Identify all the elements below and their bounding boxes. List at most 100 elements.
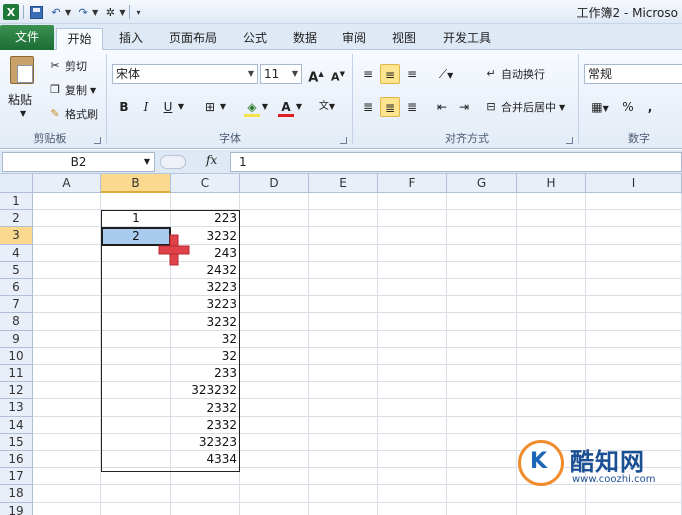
align-left-button[interactable]: ≣ (358, 97, 378, 117)
tab-data[interactable]: 数据 (286, 28, 324, 50)
comma-button[interactable]: , (640, 97, 660, 117)
formula-bar-splitter[interactable] (160, 155, 186, 169)
row-header-3[interactable]: 3 (0, 227, 33, 245)
tab-formulas[interactable]: 公式 (236, 28, 274, 50)
row-header-11[interactable]: 11 (0, 365, 33, 382)
column-header-e[interactable]: E (309, 174, 378, 193)
custom-tool-icon[interactable]: ✲ (102, 4, 118, 20)
column-header-c[interactable]: C (171, 174, 240, 193)
column-header-d[interactable]: D (240, 174, 309, 193)
cell-c6[interactable]: 3223 (171, 279, 240, 296)
row-header-1[interactable]: 1 (0, 193, 33, 210)
merge-center-button[interactable]: ⊟ 合并后居中 ▼ (484, 99, 565, 115)
cell-c12[interactable]: 323232 (171, 382, 240, 399)
copy-button[interactable]: ❐ 复制 ▼ (48, 82, 96, 98)
increase-indent-button[interactable]: ⇥ (454, 97, 474, 117)
row-header-19[interactable]: 19 (0, 503, 33, 515)
underline-button[interactable]: U (158, 97, 178, 117)
cell-c8[interactable]: 3232 (171, 313, 240, 331)
name-box[interactable]: B2 ▼ (2, 152, 155, 172)
percent-button[interactable]: % (618, 97, 638, 117)
custom-tool-dropdown-icon[interactable]: ▼ (119, 8, 125, 17)
cell-c9[interactable]: 32 (171, 331, 240, 348)
redo-dropdown-icon[interactable]: ▼ (92, 8, 98, 17)
tab-home[interactable]: 开始 (56, 28, 103, 51)
row-header-13[interactable]: 13 (0, 399, 33, 417)
row-header-8[interactable]: 8 (0, 313, 33, 331)
cell-c15[interactable]: 32323 (171, 434, 240, 451)
column-header-b[interactable]: B (101, 174, 171, 193)
row-header-16[interactable]: 16 (0, 451, 33, 468)
number-format-select[interactable]: 常规 (584, 64, 682, 84)
row-header-4[interactable]: 4 (0, 245, 33, 262)
customize-qat-icon[interactable]: ▾ (136, 8, 140, 17)
excel-logo-icon[interactable]: X (3, 4, 19, 20)
row-header-2[interactable]: 2 (0, 210, 33, 227)
cell-c13[interactable]: 2332 (171, 399, 240, 417)
font-launcher-icon[interactable] (340, 137, 347, 144)
column-header-a[interactable]: A (33, 174, 101, 193)
column-header-i[interactable]: I (586, 174, 682, 193)
undo-dropdown-icon[interactable]: ▼ (65, 8, 71, 17)
tab-developer[interactable]: 开发工具 (436, 28, 498, 50)
wrap-text-button[interactable]: ↵ 自动换行 (484, 66, 545, 82)
row-header-12[interactable]: 12 (0, 382, 33, 399)
insert-function-icon[interactable]: fx (206, 153, 217, 167)
italic-button[interactable]: I (136, 97, 156, 117)
paste-dropdown-icon[interactable]: ▼ (20, 109, 26, 118)
phonetic-button[interactable]: 文▼ (314, 97, 340, 117)
borders-dropdown-icon[interactable]: ▼ (218, 97, 228, 117)
save-icon[interactable] (28, 4, 44, 20)
shrink-font-button[interactable]: A▼ (328, 64, 348, 84)
tab-view[interactable]: 视图 (385, 28, 423, 50)
row-header-15[interactable]: 15 (0, 434, 33, 451)
format-painter-button[interactable]: ✎ 格式刷 (48, 106, 98, 122)
orientation-button[interactable]: ⟋▼ (432, 64, 460, 84)
accounting-format-button[interactable]: ▦▼ (586, 97, 614, 117)
cell-c2[interactable]: 223 (171, 210, 240, 227)
row-header-6[interactable]: 6 (0, 279, 33, 296)
borders-button[interactable]: ⊞ (200, 97, 220, 117)
row-header-7[interactable]: 7 (0, 296, 33, 313)
fill-dropdown-icon[interactable]: ▼ (260, 97, 270, 117)
cell-c16[interactable]: 4334 (171, 451, 240, 468)
align-bottom-button[interactable]: ≡ (402, 64, 422, 84)
tab-page-layout[interactable]: 页面布局 (162, 28, 224, 50)
row-header-9[interactable]: 9 (0, 331, 33, 348)
row-header-5[interactable]: 5 (0, 262, 33, 279)
font-size-select[interactable]: 11 ▼ (260, 64, 302, 84)
cell-b2[interactable]: 1 (101, 210, 171, 227)
align-top-button[interactable]: ≡ (358, 64, 378, 84)
font-color-dropdown-icon[interactable]: ▼ (294, 97, 304, 117)
alignment-launcher-icon[interactable] (566, 137, 573, 144)
row-header-14[interactable]: 14 (0, 417, 33, 434)
cell-c14[interactable]: 2332 (171, 417, 240, 434)
column-header-g[interactable]: G (447, 174, 517, 193)
row-header-10[interactable]: 10 (0, 348, 33, 365)
bold-button[interactable]: B (114, 97, 134, 117)
cell-c10[interactable]: 32 (171, 348, 240, 365)
merge-dropdown-icon[interactable]: ▼ (559, 103, 565, 112)
paste-icon[interactable] (10, 56, 34, 84)
cell-c7[interactable]: 3223 (171, 296, 240, 313)
paste-button[interactable]: 粘贴 (8, 91, 32, 108)
column-header-h[interactable]: H (517, 174, 586, 193)
underline-dropdown-icon[interactable]: ▼ (176, 97, 186, 117)
row-header-17[interactable]: 17 (0, 468, 33, 485)
cut-button[interactable]: ✂ 剪切 (48, 58, 87, 74)
tab-review[interactable]: 审阅 (335, 28, 373, 50)
cell-c11[interactable]: 233 (171, 365, 240, 382)
undo-icon[interactable]: ↶ (48, 4, 64, 20)
grow-font-button[interactable]: A▲ (306, 64, 326, 85)
align-middle-button[interactable]: ≡ (380, 64, 400, 84)
tab-file[interactable]: 文件 (0, 25, 54, 50)
row-header-18[interactable]: 18 (0, 485, 33, 503)
select-all-corner[interactable] (0, 174, 33, 193)
redo-icon[interactable]: ↷ (75, 4, 91, 20)
font-name-select[interactable]: 宋体 ▼ (112, 64, 258, 84)
formula-input[interactable]: 1 (230, 152, 682, 172)
clipboard-launcher-icon[interactable] (94, 137, 101, 144)
tab-insert[interactable]: 插入 (110, 28, 152, 50)
decrease-indent-button[interactable]: ⇤ (432, 97, 452, 117)
column-header-f[interactable]: F (378, 174, 447, 193)
